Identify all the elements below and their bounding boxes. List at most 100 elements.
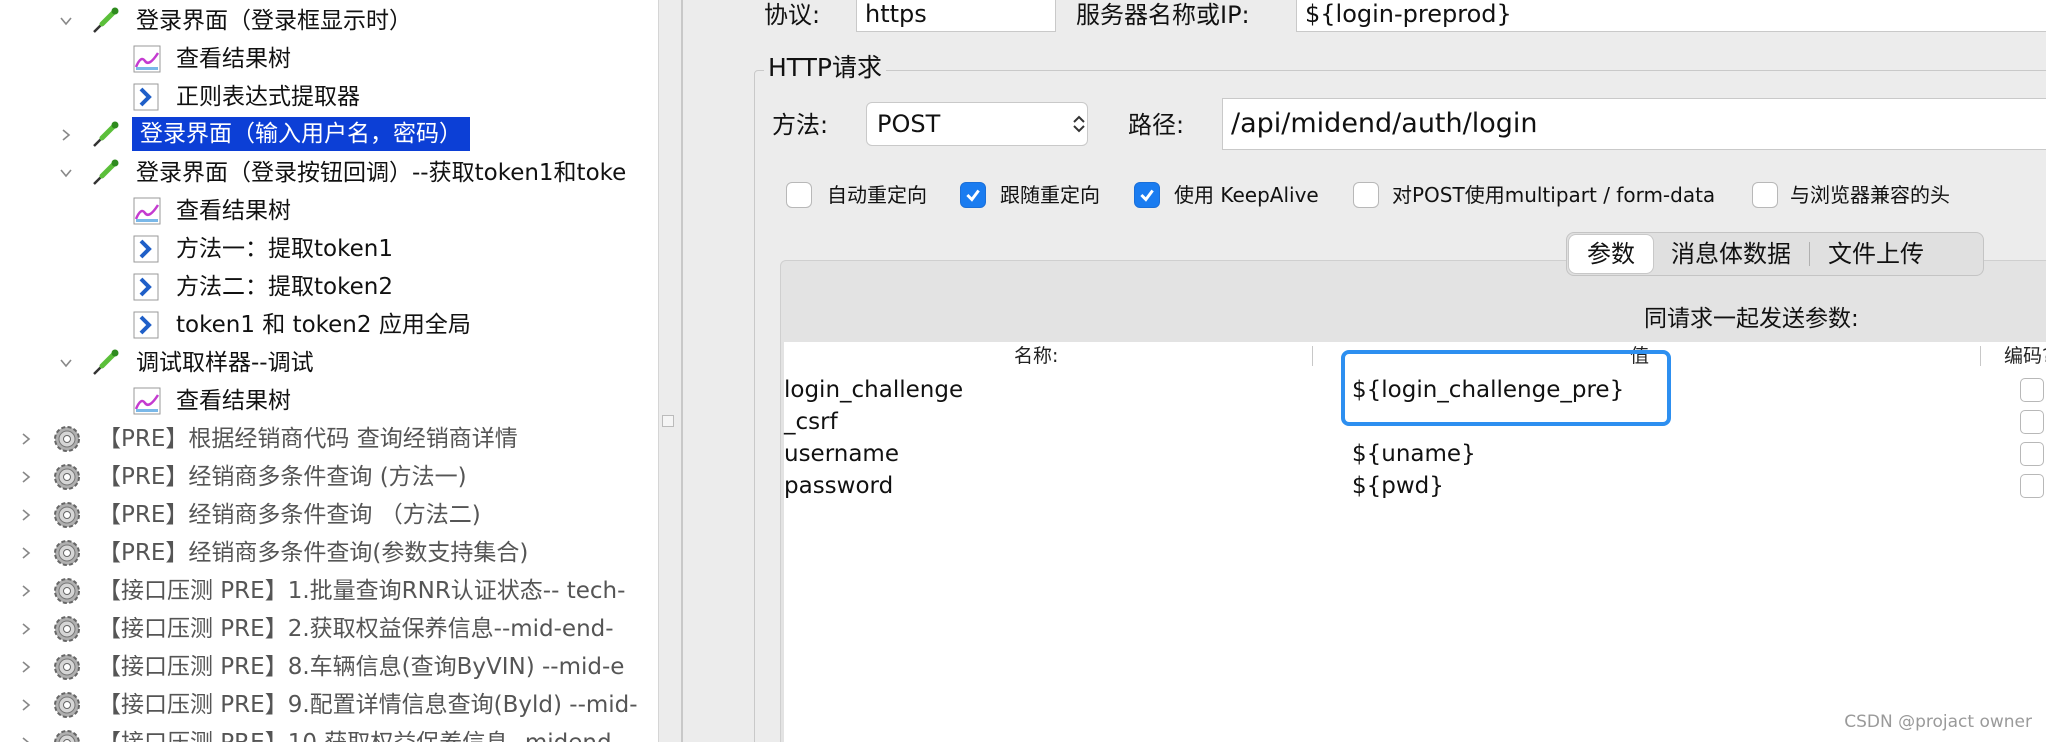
expanded-chevron-icon[interactable]: [52, 155, 80, 191]
gear-icon: [50, 574, 84, 608]
collapsed-chevron-icon[interactable]: [12, 497, 40, 533]
watermark: CSDN @projact owner: [1844, 712, 2032, 732]
keepalive-label: 使用 KeepAlive: [1174, 183, 1319, 207]
follow-redirects-checkbox[interactable]: [960, 182, 986, 208]
method-spinner-icon[interactable]: [1064, 104, 1094, 144]
tab-file-upload[interactable]: 文件上传: [1810, 235, 1942, 273]
expanded-chevron-icon[interactable]: [52, 3, 80, 39]
tree-item-label[interactable]: 方法一：提取token1: [176, 231, 393, 267]
protocol-label: 协议:: [764, 1, 821, 29]
encode-checkbox[interactable]: [2020, 378, 2044, 402]
param-value-cell[interactable]: ${uname}: [1352, 438, 1476, 470]
browser-headers-checkbox[interactable]: [1752, 182, 1778, 208]
result-tree-listener-icon: [130, 194, 164, 228]
server-label: 服务器名称或IP:: [1076, 1, 1250, 29]
collapsed-chevron-icon[interactable]: [12, 649, 40, 685]
collapsed-chevron-icon[interactable]: [12, 535, 40, 571]
tree-item-label[interactable]: 【接口压测 PRE】1.批量查询RNR认证状态-- tech-: [98, 573, 625, 609]
collapsed-chevron-icon[interactable]: [12, 573, 40, 609]
divider-grip-icon[interactable]: [662, 415, 674, 427]
extractor-arrow-icon: [130, 270, 164, 304]
column-divider: [1980, 346, 1981, 366]
gear-icon: [50, 612, 84, 646]
gear-icon: [50, 688, 84, 722]
sampler-pipette-icon: [88, 346, 122, 380]
parameters-caption: 同请求一起发送参数:: [1644, 306, 1859, 332]
column-header-name[interactable]: 名称:: [1014, 342, 1058, 370]
tree-item-label[interactable]: token1 和 token2 应用全局: [176, 307, 471, 343]
server-input[interactable]: ${login-preprod}: [1296, 0, 2046, 32]
collapsed-chevron-icon[interactable]: [12, 611, 40, 647]
param-name-cell[interactable]: login_challenge: [784, 374, 963, 406]
split-pane-divider[interactable]: [658, 0, 689, 742]
collapsed-chevron-icon[interactable]: [52, 117, 80, 153]
collapsed-chevron-icon[interactable]: [12, 725, 40, 742]
gear-icon: [50, 536, 84, 570]
tree-item-label[interactable]: 查看结果树: [176, 193, 291, 229]
check-icon: [1140, 189, 1154, 202]
tree-item-label[interactable]: 【PRE】根据经销商代码 查询经销商详情: [98, 421, 518, 457]
tree-item-label[interactable]: 【PRE】经销商多条件查询 (方法一): [98, 459, 467, 495]
tree-item-label[interactable]: 【PRE】经销商多条件查询(参数支持集合): [98, 535, 528, 571]
tab-parameters[interactable]: 参数: [1569, 235, 1653, 273]
tree-item-label[interactable]: 【接口压测 PRE】8.车辆信息(查询ByVIN) --mid-e: [98, 649, 624, 685]
encode-checkbox[interactable]: [2020, 410, 2044, 434]
result-tree-listener-icon: [130, 384, 164, 418]
tree-item-label[interactable]: 【接口压测 PRE】10.获取权益保养信息--midend-: [98, 725, 620, 742]
http-request-group-title: HTTP请求: [764, 50, 886, 86]
extractor-arrow-icon: [130, 308, 164, 342]
divider-line: [681, 0, 683, 742]
tab-body-data[interactable]: 消息体数据: [1653, 235, 1809, 273]
check-icon: [966, 189, 980, 202]
extractor-arrow-icon: [130, 232, 164, 266]
column-header-encode[interactable]: 编码?: [2004, 342, 2046, 370]
sampler-pipette-icon: [88, 4, 122, 38]
result-tree-listener-icon: [130, 42, 164, 76]
body-tabs: 参数 消息体数据 文件上传: [1566, 232, 1984, 276]
tree-item-label-selected[interactable]: 登录界面（输入用户名，密码）: [132, 117, 470, 151]
gear-icon: [50, 422, 84, 456]
tree-item-label[interactable]: 登录界面（登录按钮回调）--获取token1和toke: [136, 155, 626, 191]
method-label: 方法:: [772, 111, 829, 139]
browser-headers-label: 与浏览器兼容的头: [1790, 183, 1950, 207]
auto-redirect-label: 自动重定向: [827, 183, 927, 207]
tree-item-label[interactable]: 登录界面（登录框显示时）: [136, 3, 412, 39]
tree-item-label[interactable]: 方法二：提取token2: [176, 269, 393, 305]
sampler-pipette-icon: [88, 118, 122, 152]
encode-checkbox[interactable]: [2020, 442, 2044, 466]
test-plan-tree[interactable]: 登录界面（登录框显示时） 查看结果树 正则表达式提取器 登录界面（输入用户名，密…: [0, 0, 658, 742]
method-select[interactable]: POST: [866, 102, 1088, 146]
collapsed-chevron-icon[interactable]: [12, 421, 40, 457]
sampler-pipette-icon: [88, 156, 122, 190]
path-input[interactable]: /api/midend/auth/login: [1222, 98, 2046, 150]
param-name-cell[interactable]: username: [784, 438, 899, 470]
collapsed-chevron-icon[interactable]: [12, 459, 40, 495]
tree-item-label[interactable]: 调试取样器--调试: [136, 345, 314, 381]
gear-icon: [50, 460, 84, 494]
tree-item-label[interactable]: 【接口压测 PRE】2.获取权益保养信息--mid-end-: [98, 611, 614, 647]
encode-checkbox[interactable]: [2020, 474, 2044, 498]
column-divider: [1312, 346, 1313, 366]
multipart-checkbox[interactable]: [1353, 182, 1379, 208]
extractor-arrow-icon: [130, 80, 164, 114]
active-cell-editor[interactable]: [1341, 350, 1671, 426]
param-value-cell[interactable]: ${pwd}: [1352, 470, 1444, 502]
multipart-label: 对POST使用multipart / form-data: [1392, 183, 1716, 207]
tree-item-label[interactable]: 正则表达式提取器: [176, 79, 360, 115]
auto-redirect-checkbox[interactable]: [786, 182, 812, 208]
param-name-cell[interactable]: _csrf: [784, 406, 838, 438]
gear-icon: [50, 726, 84, 742]
tree-item-label[interactable]: 查看结果树: [176, 41, 291, 77]
expanded-chevron-icon[interactable]: [52, 345, 80, 381]
protocol-input[interactable]: https: [856, 0, 1056, 32]
gear-icon: [50, 650, 84, 684]
param-name-cell[interactable]: password: [784, 470, 893, 502]
collapsed-chevron-icon[interactable]: [12, 687, 40, 723]
tree-item-label[interactable]: 查看结果树: [176, 383, 291, 419]
gear-icon: [50, 498, 84, 532]
follow-redirects-label: 跟随重定向: [1000, 183, 1100, 207]
keepalive-checkbox[interactable]: [1134, 182, 1160, 208]
path-label: 路径:: [1128, 111, 1185, 139]
tree-item-label[interactable]: 【接口压测 PRE】9.配置详情信息查询(Byld) --mid-: [98, 687, 638, 723]
tree-item-label[interactable]: 【PRE】经销商多条件查询 （方法二): [98, 497, 481, 533]
